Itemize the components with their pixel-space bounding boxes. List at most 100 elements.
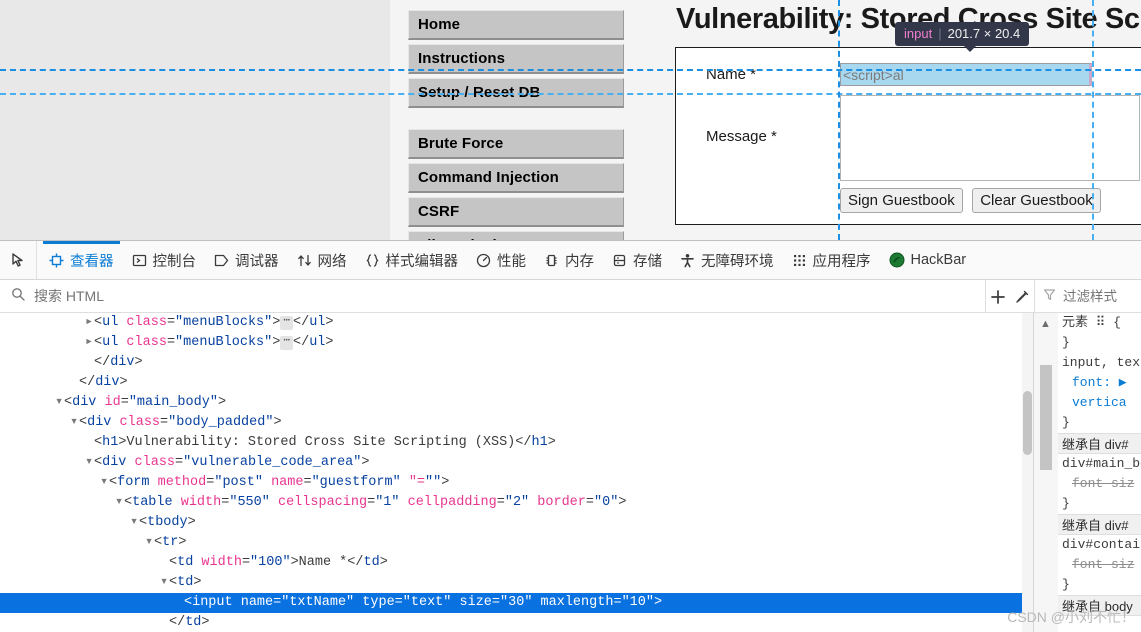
css-scrollbar[interactable]: ▲ bbox=[1034, 313, 1058, 632]
chevron-up-icon[interactable]: ▲ bbox=[1038, 317, 1053, 331]
markup-token: "txtName" bbox=[281, 595, 355, 610]
css-property[interactable]: font: ▶ bbox=[1058, 373, 1141, 393]
markup-scrollbar[interactable] bbox=[1022, 313, 1033, 632]
markup-token: tbody bbox=[147, 515, 188, 530]
markup-tree-pane[interactable]: ▸<ul class="menuBlocks"> ⋯ </ul> ▸<ul class… bbox=[0, 313, 1033, 632]
twisty-expanded-icon[interactable]: ▾ bbox=[145, 533, 154, 553]
dvwa-nav-menu: Home Instructions Setup / Reset DB Brute… bbox=[408, 10, 624, 240]
twisty-collapsed-icon[interactable]: ▸ bbox=[85, 313, 94, 333]
markup-token: "10" bbox=[621, 595, 654, 610]
markup-token: form bbox=[117, 475, 158, 490]
markup-line[interactable]: ▾<form method="post" name="guestform" "=… bbox=[0, 473, 1033, 493]
search-input[interactable] bbox=[32, 287, 332, 305]
twisty-expanded-icon[interactable]: ▾ bbox=[100, 473, 109, 493]
name-input[interactable] bbox=[840, 63, 1092, 86]
nav-item-file-inclusion[interactable]: File Inclusion bbox=[408, 231, 624, 240]
twisty-expanded-icon[interactable]: ▾ bbox=[160, 573, 169, 593]
markup-token: "body_padded" bbox=[168, 415, 274, 430]
markup-line[interactable]: </div> bbox=[0, 353, 1033, 373]
css-rules-pane[interactable]: ▲ 元素 ⠿ {} input, tex font: ▶ vertica} 继承自 di… bbox=[1033, 313, 1141, 632]
tab-accessibility[interactable]: 无障碍环境 bbox=[671, 241, 783, 279]
markup-line[interactable]: </div> bbox=[0, 373, 1033, 393]
markup-line[interactable]: </td> bbox=[0, 613, 1033, 632]
eyedropper-icon[interactable] bbox=[1010, 281, 1034, 313]
css-selector[interactable]: 元素 ⠿ { bbox=[1058, 313, 1141, 333]
markup-token: type bbox=[362, 595, 395, 610]
rendered-page-region: Home Instructions Setup / Reset DB Brute… bbox=[0, 0, 1141, 240]
css-scrollbar-thumb[interactable] bbox=[1040, 365, 1052, 470]
tab-debugger-label: 调试器 bbox=[235, 253, 279, 270]
markup-line[interactable]: ▾<table width="550" cellspacing="1" cell… bbox=[0, 493, 1033, 513]
markup-scrollbar-thumb[interactable] bbox=[1023, 391, 1032, 455]
name-label: Name * bbox=[706, 66, 757, 83]
css-selector[interactable]: input, tex bbox=[1058, 353, 1141, 373]
nav-item-csrf[interactable]: CSRF bbox=[408, 197, 624, 227]
markup-token: input bbox=[192, 595, 241, 610]
markup-line[interactable]: ▾<div id="main_body"> bbox=[0, 393, 1033, 413]
watermark: CSDN @小刘不忙！ bbox=[1007, 609, 1135, 625]
collapsed-children-icon[interactable]: ⋯ bbox=[280, 336, 293, 350]
twisty-expanded-icon[interactable]: ▾ bbox=[70, 413, 79, 433]
markup-token: ul bbox=[309, 315, 326, 330]
css-selector[interactable]: div#contain bbox=[1058, 535, 1141, 555]
twisty-expanded-icon[interactable]: ▾ bbox=[85, 453, 94, 473]
element-picker-icon[interactable] bbox=[3, 241, 37, 279]
markup-line[interactable]: ▸<ul class="menuBlocks"> ⋯ </ul> bbox=[0, 313, 1033, 333]
nav-item-brute-force[interactable]: Brute Force bbox=[408, 129, 624, 159]
css-property[interactable]: vertica bbox=[1058, 393, 1141, 413]
tab-storage[interactable]: 存储 bbox=[603, 241, 671, 279]
tab-performance[interactable]: 性能 bbox=[467, 241, 535, 279]
markup-token: class bbox=[126, 335, 167, 350]
tab-memory[interactable]: 内存 bbox=[535, 241, 603, 279]
sign-guestbook-button[interactable]: Sign Guestbook bbox=[840, 188, 963, 213]
markup-line[interactable]: ▸<ul class="menuBlocks"> ⋯ </ul> bbox=[0, 333, 1033, 353]
css-rule-close: } bbox=[1062, 335, 1070, 350]
tab-debugger[interactable]: 调试器 bbox=[205, 241, 288, 279]
markup-token: > bbox=[272, 315, 281, 330]
tab-hackbar[interactable]: HackBar bbox=[880, 241, 976, 279]
markup-line[interactable]: <h1>Vulnerability: Stored Cross Site Scr… bbox=[0, 433, 1033, 453]
message-textarea[interactable] bbox=[840, 95, 1140, 181]
markup-token: > bbox=[379, 555, 388, 570]
tab-application[interactable]: 应用程序 bbox=[783, 241, 880, 279]
twisty-expanded-icon[interactable]: ▾ bbox=[130, 513, 139, 533]
css-property-overridden[interactable]: font-siz bbox=[1058, 474, 1141, 494]
markup-token: name bbox=[271, 475, 304, 490]
twisty-expanded-icon[interactable]: ▾ bbox=[55, 393, 64, 413]
tab-network[interactable]: 网络 bbox=[288, 241, 356, 279]
nav-item-command-injection[interactable]: Command Injection bbox=[408, 163, 624, 193]
nav-item-instructions[interactable]: Instructions bbox=[408, 44, 624, 74]
markup-token: cellspacing bbox=[277, 495, 368, 510]
plus-icon[interactable] bbox=[986, 281, 1010, 313]
markup-token: table bbox=[132, 495, 181, 510]
devtools-search-row bbox=[0, 280, 1141, 313]
twisty-expanded-icon[interactable]: ▾ bbox=[115, 493, 124, 513]
markup-line[interactable]: <td width="100">Name *</td> bbox=[0, 553, 1033, 573]
markup-line[interactable]: ▾<div class="vulnerable_code_area"> bbox=[0, 453, 1033, 473]
nav-item-home[interactable]: Home bbox=[408, 10, 624, 40]
markup-line[interactable]: ▾<tbody> bbox=[0, 513, 1033, 533]
tab-console-label: 控制台 bbox=[152, 253, 197, 270]
collapsed-children-icon[interactable]: ⋯ bbox=[280, 316, 293, 330]
tab-inspector[interactable]: 查看器 bbox=[40, 241, 123, 279]
nav-item-setup-reset-db[interactable]: Setup / Reset DB bbox=[408, 78, 624, 108]
tab-console[interactable]: 控制台 bbox=[123, 241, 206, 279]
markup-line[interactable]: ▾<tr> bbox=[0, 533, 1033, 553]
markup-line[interactable]: ▾<td> bbox=[0, 573, 1033, 593]
tooltip-tag-name: input bbox=[904, 26, 933, 41]
tooltip-dimensions: 201.7 × 20.4 bbox=[947, 26, 1021, 41]
guestbook-form: Name * Message * Sign Guestbook Clear Gu… bbox=[676, 48, 1141, 213]
markup-token: width bbox=[180, 495, 222, 510]
markup-token: "vulnerable_code_area" bbox=[183, 455, 362, 470]
markup-token: "post" bbox=[214, 475, 263, 490]
css-property-overridden[interactable]: font-siz bbox=[1058, 555, 1141, 575]
markup-line[interactable]: ▾<div class="body_padded"> bbox=[0, 413, 1033, 433]
tab-style-editor[interactable]: 样式编辑器 bbox=[356, 241, 468, 279]
markup-token bbox=[270, 495, 278, 510]
css-selector[interactable]: div#main_bo bbox=[1058, 454, 1141, 474]
clear-guestbook-button[interactable]: Clear Guestbook bbox=[972, 188, 1101, 213]
css-filter-input[interactable] bbox=[1061, 288, 1141, 305]
markup-token: = bbox=[585, 495, 594, 510]
markup-line-selected[interactable]: <input name="txtName" type="text" size="… bbox=[0, 593, 1033, 613]
twisty-collapsed-icon[interactable]: ▸ bbox=[85, 333, 94, 353]
